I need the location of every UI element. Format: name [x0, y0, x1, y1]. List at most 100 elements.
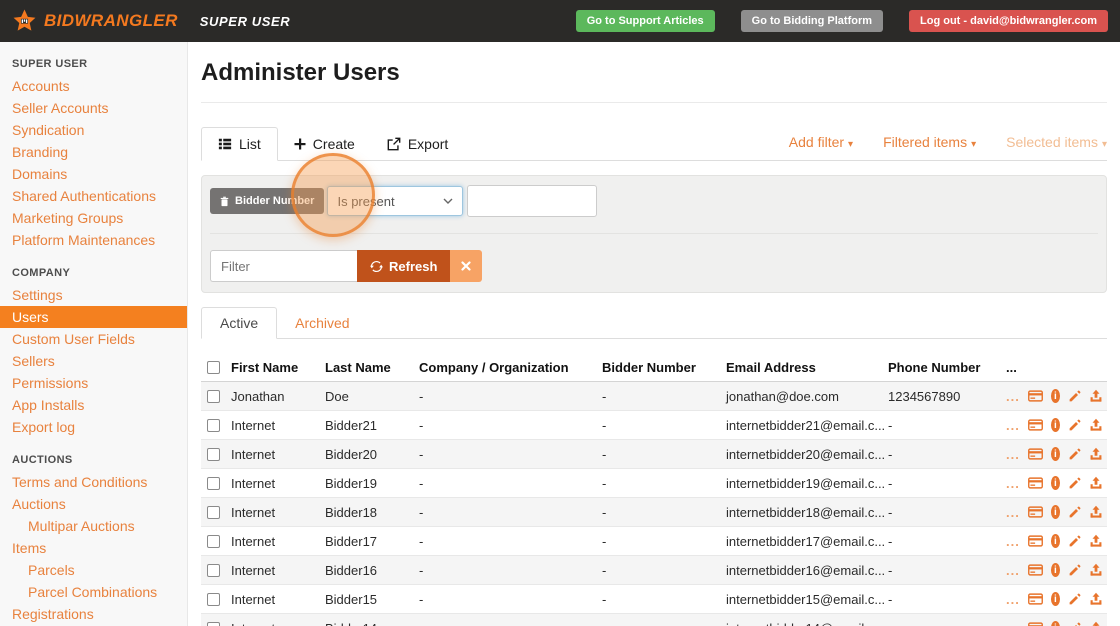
sidebar-item-sellers[interactable]: Sellers [0, 350, 187, 372]
sidebar-item-branding[interactable]: Branding [0, 141, 187, 163]
tab-create[interactable]: Create [278, 128, 371, 160]
row-checkbox[interactable] [207, 535, 220, 548]
pencil-icon[interactable] [1068, 448, 1081, 461]
row-checkbox[interactable] [207, 419, 220, 432]
sidebar-item-export-log[interactable]: Export log [0, 416, 187, 438]
quick-filter-input[interactable] [210, 250, 357, 282]
row-checkbox[interactable] [207, 564, 220, 577]
card-icon[interactable] [1028, 622, 1043, 626]
row-more-button[interactable]: ... [1006, 418, 1020, 433]
pencil-icon[interactable] [1068, 593, 1081, 606]
sidebar-item-seller-accounts[interactable]: Seller Accounts [0, 97, 187, 119]
row-checkbox[interactable] [207, 448, 220, 461]
row-more-button[interactable]: ... [1006, 476, 1020, 491]
filter-value-input[interactable] [467, 185, 597, 217]
sidebar-item-parcel-combinations[interactable]: Parcel Combinations [0, 581, 187, 603]
sidebar-item-items[interactable]: Items [0, 537, 187, 559]
table-row: InternetBidder21--internetbidder21@email… [201, 411, 1107, 440]
refresh-button[interactable]: Refresh [357, 250, 450, 282]
sidebar-item-permissions[interactable]: Permissions [0, 372, 187, 394]
card-icon[interactable] [1028, 390, 1043, 402]
tab-active[interactable]: Active [201, 307, 277, 339]
row-more-button[interactable]: ... [1006, 447, 1020, 462]
sidebar-item-multipar-auctions[interactable]: Multipar Auctions [0, 515, 187, 537]
upload-icon[interactable] [1089, 534, 1103, 548]
row-more-button[interactable]: ... [1006, 389, 1020, 404]
sidebar-item-app-installs[interactable]: App Installs [0, 394, 187, 416]
upload-icon[interactable] [1089, 621, 1103, 626]
row-checkbox[interactable] [207, 622, 220, 626]
bidwrangler-logo[interactable]: BidWrangler [12, 9, 178, 34]
clear-filter-button[interactable] [450, 250, 482, 282]
pencil-icon[interactable] [1068, 506, 1081, 519]
card-icon[interactable] [1028, 564, 1043, 576]
card-icon[interactable] [1028, 506, 1043, 518]
tab-list[interactable]: List [201, 127, 278, 161]
row-checkbox[interactable] [207, 506, 220, 519]
cell-actions: ... i [1002, 469, 1107, 498]
upload-icon[interactable] [1089, 418, 1103, 432]
column-header: Company / Organization [415, 354, 598, 382]
info-icon[interactable]: i [1051, 418, 1060, 432]
card-icon[interactable] [1028, 477, 1043, 489]
table-row: InternetBidder20--internetbidder20@email… [201, 440, 1107, 469]
filtered-items-dropdown[interactable]: Filtered items▾ [883, 134, 976, 150]
sidebar-item-shared-authentications[interactable]: Shared Authentications [0, 185, 187, 207]
sidebar-item-custom-user-fields[interactable]: Custom User Fields [0, 328, 187, 350]
sidebar-item-registrations[interactable]: Registrations [0, 603, 187, 625]
sidebar-item-platform-maintenances[interactable]: Platform Maintenances [0, 229, 187, 251]
card-icon[interactable] [1028, 593, 1043, 605]
row-more-button[interactable]: ... [1006, 563, 1020, 578]
row-more-button[interactable]: ... [1006, 621, 1020, 626]
logout-button[interactable]: Log out - david@bidwrangler.com [909, 10, 1108, 32]
upload-icon[interactable] [1089, 505, 1103, 519]
sidebar-item-syndication[interactable]: Syndication [0, 119, 187, 141]
card-icon[interactable] [1028, 535, 1043, 547]
row-more-button[interactable]: ... [1006, 592, 1020, 607]
upload-icon[interactable] [1089, 476, 1103, 490]
info-icon[interactable]: i [1051, 563, 1060, 577]
tab-export[interactable]: Export [371, 128, 464, 160]
upload-icon[interactable] [1089, 563, 1103, 577]
row-checkbox[interactable] [207, 477, 220, 490]
sidebar-item-domains[interactable]: Domains [0, 163, 187, 185]
upload-icon[interactable] [1089, 389, 1103, 403]
pencil-icon[interactable] [1068, 535, 1081, 548]
support-articles-button[interactable]: Go to Support Articles [576, 10, 715, 32]
card-icon[interactable] [1028, 448, 1043, 460]
info-icon[interactable]: i [1051, 505, 1060, 519]
bidder-number-filter-chip[interactable]: Bidder Number [210, 188, 324, 214]
tab-archived[interactable]: Archived [277, 308, 367, 338]
sidebar-item-accounts[interactable]: Accounts [0, 75, 187, 97]
pencil-icon[interactable] [1068, 622, 1081, 626]
sidebar-item-users[interactable]: Users [0, 306, 187, 328]
card-icon[interactable] [1028, 419, 1043, 431]
sidebar-item-marketing-groups[interactable]: Marketing Groups [0, 207, 187, 229]
pencil-icon[interactable] [1068, 564, 1081, 577]
info-icon[interactable]: i [1051, 621, 1060, 626]
operator-select[interactable]: Is present [327, 186, 463, 216]
upload-icon[interactable] [1089, 447, 1103, 461]
upload-icon[interactable] [1089, 592, 1103, 606]
info-icon[interactable]: i [1051, 592, 1060, 606]
sidebar-item-auctions[interactable]: Auctions [0, 493, 187, 515]
bidding-platform-button[interactable]: Go to Bidding Platform [741, 10, 883, 32]
pencil-icon[interactable] [1068, 419, 1081, 432]
pencil-icon[interactable] [1068, 390, 1081, 403]
add-filter-dropdown[interactable]: Add filter▾ [789, 134, 853, 150]
info-icon[interactable]: i [1051, 476, 1060, 490]
sidebar-item-parcels[interactable]: Parcels [0, 559, 187, 581]
row-more-button[interactable]: ... [1006, 534, 1020, 549]
row-checkbox[interactable] [207, 593, 220, 606]
sidebar-item-settings[interactable]: Settings [0, 284, 187, 306]
row-checkbox[interactable] [207, 390, 220, 403]
info-icon[interactable]: i [1051, 534, 1060, 548]
info-icon[interactable]: i [1051, 389, 1060, 403]
cell-last-name: Doe [321, 382, 415, 411]
sidebar-item-terms-and-conditions[interactable]: Terms and Conditions [0, 471, 187, 493]
select-all-checkbox[interactable] [207, 361, 220, 374]
pencil-icon[interactable] [1068, 477, 1081, 490]
info-icon[interactable]: i [1051, 447, 1060, 461]
brand-name: BidWrangler [44, 11, 178, 31]
row-more-button[interactable]: ... [1006, 505, 1020, 520]
